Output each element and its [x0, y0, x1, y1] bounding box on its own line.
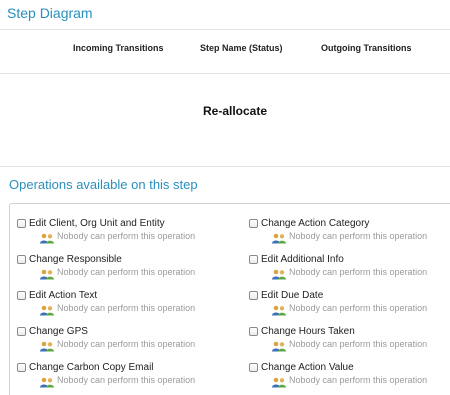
permission-text: Nobody can perform this operation	[289, 375, 428, 385]
operation-checkbox[interactable]	[249, 326, 258, 336]
operation-checkbox[interactable]	[249, 218, 258, 228]
divider	[0, 166, 450, 167]
permission-text: Nobody can perform this operation	[289, 339, 428, 349]
people-icon[interactable]	[271, 231, 287, 243]
permission-row: Nobody can perform this operation	[39, 374, 237, 387]
operation-label[interactable]: Change Action Category	[261, 218, 369, 229]
operation-item: Change GPS Nobody can perform this operat…	[17, 324, 237, 351]
permission-row: Nobody can perform this operation	[271, 266, 450, 279]
operation-item: Change Action Value Nobody can perform th…	[249, 360, 450, 387]
permission-text: Nobody can perform this operation	[57, 339, 196, 349]
outgoing-transitions-header: Outgoing Transitions	[321, 43, 412, 53]
step-name-header: Step Name (Status)	[200, 43, 283, 53]
people-icon[interactable]	[39, 303, 55, 315]
operation-checkbox[interactable]	[17, 326, 26, 336]
divider	[0, 73, 450, 74]
people-icon[interactable]	[271, 267, 287, 279]
operation-label[interactable]: Change Action Value	[261, 362, 354, 373]
operation-label[interactable]: Edit Additional Info	[261, 254, 344, 265]
permission-row: Nobody can perform this operation	[271, 374, 450, 387]
permission-row: Nobody can perform this operation	[271, 230, 450, 243]
operation-row: Change Action Value	[249, 360, 450, 374]
operation-item: Change Carbon Copy Email Nobody can perfo…	[17, 360, 237, 387]
operation-label[interactable]: Change Responsible	[29, 254, 122, 265]
permission-row: Nobody can perform this operation	[39, 338, 237, 351]
operation-row: Change Hours Taken	[249, 324, 450, 338]
permission-text: Nobody can perform this operation	[289, 267, 428, 277]
operation-row: Change Action Category	[249, 216, 450, 230]
incoming-transitions-header: Incoming Transitions	[73, 43, 164, 53]
operation-item: Change Action Category Nobody can perform…	[249, 216, 450, 243]
operation-item: Change Responsible Nobody can perform thi…	[17, 252, 237, 279]
operation-label[interactable]: Change Hours Taken	[261, 326, 355, 337]
operation-item: Edit Due Date Nobody can perform this ope…	[249, 288, 450, 315]
people-icon[interactable]	[271, 303, 287, 315]
operation-item: Change Hours Taken Nobody can perform thi…	[249, 324, 450, 351]
operations-title: Operations available on this step	[9, 177, 198, 192]
step-name: Re-allocate	[202, 104, 268, 118]
operation-checkbox[interactable]	[17, 362, 26, 372]
operation-item: Edit Client, Org Unit and Entity Nobody c…	[17, 216, 237, 243]
operation-row: Edit Additional Info	[249, 252, 450, 266]
operation-label[interactable]: Edit Client, Org Unit and Entity	[29, 218, 165, 229]
operation-checkbox[interactable]	[249, 290, 258, 300]
operation-label[interactable]: Change Carbon Copy Email	[29, 362, 154, 373]
operation-row: Edit Due Date	[249, 288, 450, 302]
people-icon[interactable]	[39, 375, 55, 387]
people-icon[interactable]	[271, 339, 287, 351]
permission-row: Nobody can perform this operation	[39, 230, 237, 243]
permission-text: Nobody can perform this operation	[57, 375, 196, 385]
permission-text: Nobody can perform this operation	[57, 231, 196, 241]
permission-row: Nobody can perform this operation	[39, 266, 237, 279]
people-icon[interactable]	[39, 339, 55, 351]
operation-item: Edit Action Text Nobody can perform this …	[17, 288, 237, 315]
step-diagram-page: Step Diagram Incoming Transitions Step N…	[0, 0, 450, 395]
operation-row: Edit Action Text	[17, 288, 237, 302]
divider	[0, 29, 450, 30]
operation-row: Change GPS	[17, 324, 237, 338]
operation-checkbox[interactable]	[249, 362, 258, 372]
operation-checkbox[interactable]	[249, 254, 258, 264]
permission-text: Nobody can perform this operation	[289, 231, 428, 241]
operation-label[interactable]: Change GPS	[29, 326, 88, 337]
operation-row: Change Responsible	[17, 252, 237, 266]
operation-item: Edit Additional Info Nobody can perform t…	[249, 252, 450, 279]
operation-label[interactable]: Edit Due Date	[261, 290, 323, 301]
operation-checkbox[interactable]	[17, 254, 26, 264]
operation-row: Change Carbon Copy Email	[17, 360, 237, 374]
permission-text: Nobody can perform this operation	[57, 267, 196, 277]
people-icon[interactable]	[39, 231, 55, 243]
permission-row: Nobody can perform this operation	[271, 338, 450, 351]
people-icon[interactable]	[39, 267, 55, 279]
operation-row: Edit Client, Org Unit and Entity	[17, 216, 237, 230]
people-icon[interactable]	[271, 375, 287, 387]
permission-text: Nobody can perform this operation	[57, 303, 196, 313]
operation-label[interactable]: Edit Action Text	[29, 290, 97, 301]
permission-text: Nobody can perform this operation	[289, 303, 428, 313]
operation-checkbox[interactable]	[17, 290, 26, 300]
permission-row: Nobody can perform this operation	[39, 302, 237, 315]
page-title: Step Diagram	[7, 5, 93, 21]
operation-checkbox[interactable]	[17, 218, 26, 228]
permission-row: Nobody can perform this operation	[271, 302, 450, 315]
